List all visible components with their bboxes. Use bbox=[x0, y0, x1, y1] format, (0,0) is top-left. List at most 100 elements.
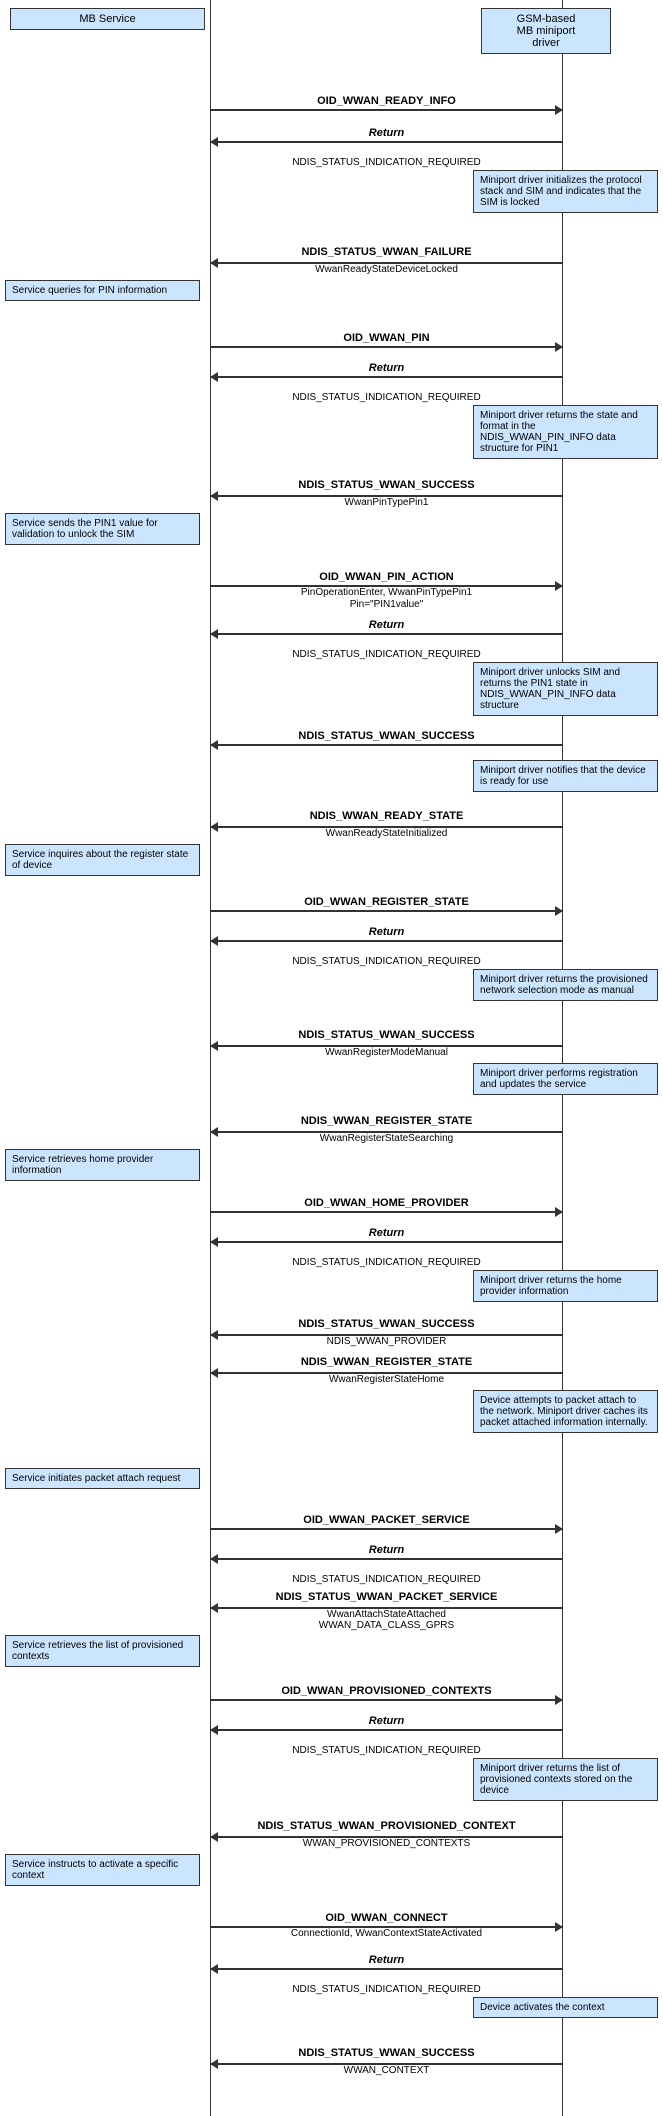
seq-row-prov-note: Service retrieves the list of provisione… bbox=[0, 1635, 663, 1683]
seq-row-return2: Return bbox=[0, 362, 663, 390]
seq-row-home-note: Service retrieves home provider informat… bbox=[0, 1149, 663, 1195]
arrow-return1-line bbox=[210, 141, 563, 143]
arrow-return2-line bbox=[210, 376, 563, 378]
note-miniport-init: Miniport driver initializes the protocol… bbox=[473, 170, 658, 213]
note-home-info: Miniport driver returns the home provide… bbox=[473, 1270, 658, 1302]
seq-row-return7: Return bbox=[0, 1715, 663, 1743]
sublabel-reg-state2: WwanRegisterStateSearching bbox=[210, 1133, 563, 1144]
seq-row-1: OID_WWAN_READY_INFO bbox=[0, 95, 663, 125]
sublabel-packet-service2a: WwanAttachStateAttached bbox=[210, 1609, 563, 1620]
ndis-indication-2: NDIS_STATUS_INDICATION_REQUIRED bbox=[210, 392, 563, 403]
seq-row-packet-service2: NDIS_STATUS_WWAN_PACKET_SERVICE WwanAtta… bbox=[0, 1587, 663, 1633]
label-reg-state: OID_WWAN_REGISTER_STATE bbox=[210, 896, 563, 908]
label-success-final: NDIS_STATUS_WWAN_SUCCESS bbox=[210, 2047, 563, 2059]
label-reg-state3: NDIS_WWAN_REGISTER_STATE bbox=[210, 1356, 563, 1368]
label-return3: Return bbox=[210, 619, 563, 631]
seq-row-note7: Miniport driver returns the list of prov… bbox=[0, 1758, 663, 1814]
seq-row-success4: NDIS_STATUS_WWAN_SUCCESS NDIS_WWAN_PROVI… bbox=[0, 1314, 663, 1350]
sublabel-prov-context2: WWAN_PROVISIONED_CONTEXTS bbox=[210, 1838, 563, 1849]
seq-row-packet-service: OID_WWAN_PACKET_SERVICE bbox=[0, 1514, 663, 1542]
seq-row-reg-state2-note: Miniport driver performs registration an… bbox=[0, 1063, 663, 1109]
label-return2: Return bbox=[210, 362, 563, 374]
label-pin: OID_WWAN_PIN bbox=[210, 332, 563, 344]
seq-row-return4: Return bbox=[0, 926, 663, 954]
note-packet-attach: Device attempts to packet attach to the … bbox=[473, 1390, 658, 1433]
sublabel-packet-service2b: WWAN_DATA_CLASS_GPRS bbox=[210, 1620, 563, 1631]
note-device-ready: Miniport driver notifies that the device… bbox=[473, 760, 658, 792]
arrow-packet-service-line bbox=[210, 1528, 563, 1530]
sublabel-pin-action2: Pin="PIN1value" bbox=[210, 599, 563, 610]
seq-row-note3: Miniport driver unlocks SIM and returns … bbox=[0, 662, 663, 728]
actor-miniport: GSM-basedMB miniportdriver bbox=[481, 8, 611, 54]
seq-row-prov-contexts: OID_WWAN_PROVISIONED_CONTEXTS bbox=[0, 1685, 663, 1713]
seq-row-reg-note: Service inquires about the register stat… bbox=[0, 844, 663, 894]
note-pin-info: Miniport driver returns the state and fo… bbox=[473, 405, 658, 459]
ndis-indication-4: NDIS_STATUS_INDICATION_REQUIRED bbox=[210, 956, 563, 967]
sequence-content: OID_WWAN_READY_INFO Return NDIS_STATUS_I… bbox=[0, 95, 663, 2101]
ndis-indication-8: NDIS_STATUS_INDICATION_REQUIRED bbox=[210, 1984, 563, 1995]
note-packet-attach-svc: Service initiates packet attach request bbox=[5, 1468, 200, 1489]
arrow-pin-line bbox=[210, 346, 563, 348]
sublabel-success4: NDIS_WWAN_PROVIDER bbox=[210, 1336, 563, 1347]
seq-row-note8: Device activates the context bbox=[0, 1997, 663, 2041]
seq-row-return8: Return bbox=[0, 1954, 663, 1982]
seq-row-connect: OID_WWAN_CONNECT ConnectionId, WwanConte… bbox=[0, 1912, 663, 1952]
seq-row-return3: Return bbox=[0, 619, 663, 647]
arrow-ready-info-line bbox=[210, 109, 563, 111]
label-ready-state: NDIS_WWAN_READY_STATE bbox=[210, 810, 563, 822]
label-connect: OID_WWAN_CONNECT bbox=[210, 1912, 563, 1924]
sublabel-success3: WwanRegisterModeManual bbox=[210, 1047, 563, 1058]
seq-row-success1: NDIS_STATUS_WWAN_SUCCESS WwanPinTypePin1 bbox=[0, 475, 663, 511]
ndis-indication-6: NDIS_STATUS_INDICATION_REQUIRED bbox=[210, 1574, 563, 1585]
label-return6: Return bbox=[210, 1544, 563, 1556]
seq-row-success-final: NDIS_STATUS_WWAN_SUCCESS WWAN_CONTEXT bbox=[0, 2043, 663, 2079]
arrow-return7-line bbox=[210, 1729, 563, 1731]
seq-row-note2: Miniport driver returns the state and fo… bbox=[0, 405, 663, 473]
seq-row-ready-state-arrow: NDIS_WWAN_READY_STATE WwanReadyStateInit… bbox=[0, 806, 663, 842]
seq-row-success3: NDIS_STATUS_WWAN_SUCCESS WwanRegisterMod… bbox=[0, 1025, 663, 1061]
label-return8: Return bbox=[210, 1954, 563, 1966]
label-return1: Return bbox=[210, 127, 563, 139]
arrow-home-provider-line bbox=[210, 1211, 563, 1213]
seq-row-return1: Return bbox=[0, 127, 663, 155]
label-packet-service2: NDIS_STATUS_WWAN_PACKET_SERVICE bbox=[210, 1591, 563, 1603]
note-activate-context: Service instructs to activate a specific… bbox=[5, 1854, 200, 1886]
seq-row-return5: Return bbox=[0, 1227, 663, 1255]
seq-row-home-provider: OID_WWAN_HOME_PROVIDER bbox=[0, 1197, 663, 1225]
note-unlock-sim: Miniport driver unlocks SIM and returns … bbox=[473, 662, 658, 716]
seq-row-pin-action: OID_WWAN_PIN_ACTION PinOperationEnter, W… bbox=[0, 571, 663, 617]
ndis-indication-5: NDIS_STATUS_INDICATION_REQUIRED bbox=[210, 1257, 563, 1268]
seq-row-note1: Miniport driver initializes the protocol… bbox=[0, 170, 663, 240]
label-ready-info: OID_WWAN_READY_INFO bbox=[210, 95, 563, 107]
seq-row-connect-note: Service instructs to activate a specific… bbox=[0, 1854, 663, 1910]
seq-row-success2: NDIS_STATUS_WWAN_SUCCESS bbox=[0, 730, 663, 758]
seq-row-ready-state: Miniport driver notifies that the device… bbox=[0, 760, 663, 804]
note-network-select: Miniport driver returns the provisioned … bbox=[473, 969, 658, 1001]
sequence-diagram: MB Service GSM-basedMB miniportdriver OI… bbox=[0, 0, 663, 2116]
seq-row-note4: Miniport driver returns the provisioned … bbox=[0, 969, 663, 1023]
label-home-provider: OID_WWAN_HOME_PROVIDER bbox=[210, 1197, 563, 1209]
label-return7: Return bbox=[210, 1715, 563, 1727]
actor-left-label: MB Service bbox=[79, 13, 135, 25]
note-service-pin1: Service sends the PIN1 value for validat… bbox=[5, 513, 200, 545]
sublabel-success-final: WWAN_CONTEXT bbox=[210, 2065, 563, 2076]
label-return5: Return bbox=[210, 1227, 563, 1239]
arrow-return6-line bbox=[210, 1558, 563, 1560]
note-provisioned-contexts: Service retrieves the list of provisione… bbox=[5, 1635, 200, 1667]
note-service-pin: Service queries for PIN information bbox=[5, 280, 200, 301]
seq-row-reg-state3: NDIS_WWAN_REGISTER_STATE WwanRegisterSta… bbox=[0, 1352, 663, 1388]
seq-row-pin: OID_WWAN_PIN bbox=[0, 332, 663, 360]
seq-row-note6: Device attempts to packet attach to the … bbox=[0, 1390, 663, 1466]
label-success4: NDIS_STATUS_WWAN_SUCCESS bbox=[210, 1318, 563, 1330]
seq-row-failure: NDIS_STATUS_WWAN_FAILURE WwanReadyStateD… bbox=[0, 242, 663, 278]
note-home-provider: Service retrieves home provider informat… bbox=[5, 1149, 200, 1181]
ndis-indication-1: NDIS_STATUS_INDICATION_REQUIRED bbox=[210, 157, 563, 168]
arrow-reg-state-line bbox=[210, 910, 563, 912]
label-success1: NDIS_STATUS_WWAN_SUCCESS bbox=[210, 479, 563, 491]
arrow-return8-line bbox=[210, 1968, 563, 1970]
actor-mb-service: MB Service bbox=[10, 8, 205, 30]
sublabel-reg-state3: WwanRegisterStateHome bbox=[210, 1374, 563, 1385]
note-prov-list: Miniport driver returns the list of prov… bbox=[473, 1758, 658, 1801]
ndis-indication-3: NDIS_STATUS_INDICATION_REQUIRED bbox=[210, 649, 563, 660]
seq-row-reg-state2-arrow: NDIS_WWAN_REGISTER_STATE WwanRegisterSta… bbox=[0, 1111, 663, 1147]
